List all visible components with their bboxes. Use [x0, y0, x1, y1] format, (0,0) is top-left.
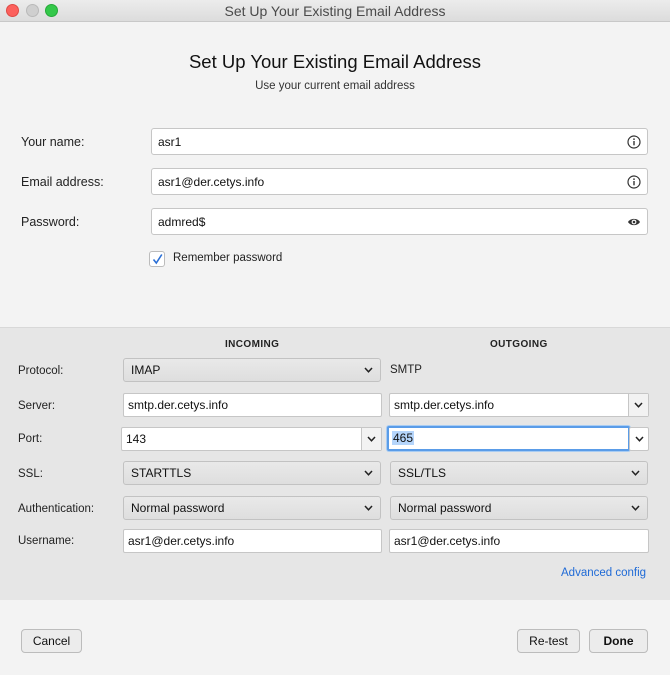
incoming-authentication-select[interactable]: Normal password: [123, 496, 381, 520]
outgoing-server-value: smtp.der.cetys.info: [394, 398, 495, 412]
chevron-down-icon: [631, 505, 640, 511]
retest-button[interactable]: Re-test: [517, 629, 580, 653]
incoming-authentication-value: Normal password: [131, 501, 225, 515]
chevron-down-icon: [367, 436, 376, 442]
outgoing-header: OUTGOING: [490, 339, 548, 350]
outgoing-port-dropdown-button[interactable]: [629, 427, 649, 451]
info-icon[interactable]: [627, 135, 641, 149]
outgoing-port-value: 465: [392, 431, 415, 445]
outgoing-server-dropdown-button[interactable]: [628, 394, 648, 416]
window-title: Set Up Your Existing Email Address: [224, 3, 446, 19]
incoming-protocol-value: IMAP: [131, 363, 161, 377]
chevron-down-icon: [364, 470, 373, 476]
chevron-down-icon: [364, 505, 373, 511]
remember-password-checkbox[interactable]: [149, 251, 165, 267]
name-value: asr1: [158, 135, 182, 149]
password-label: Password:: [21, 215, 80, 229]
incoming-port-dropdown-button[interactable]: [361, 428, 381, 450]
outgoing-ssl-select[interactable]: SSL/TLS: [390, 461, 648, 485]
outgoing-server-input[interactable]: smtp.der.cetys.info: [389, 393, 649, 417]
page-subtitle: Use your current email address: [255, 80, 415, 92]
incoming-ssl-value: STARTTLS: [131, 466, 192, 480]
email-label: Email address:: [21, 175, 104, 189]
incoming-username-value: asr1@der.cetys.info: [128, 534, 235, 548]
chevron-down-icon: [634, 402, 643, 408]
incoming-port-input[interactable]: 143: [121, 427, 382, 451]
outgoing-username-input[interactable]: asr1@der.cetys.info: [389, 529, 649, 553]
password-value: admred$: [158, 215, 206, 229]
outgoing-port-input[interactable]: 465: [387, 426, 630, 451]
name-label: Your name:: [21, 135, 85, 149]
password-field[interactable]: admred$: [151, 208, 648, 235]
outgoing-authentication-value: Normal password: [398, 501, 492, 515]
chevron-down-icon: [364, 367, 373, 373]
checkmark-icon: [152, 254, 163, 265]
info-icon[interactable]: [627, 175, 641, 189]
incoming-port-value: 143: [126, 432, 147, 446]
eye-icon[interactable]: [627, 215, 641, 229]
email-value: asr1@der.cetys.info: [158, 175, 265, 189]
name-field[interactable]: asr1: [151, 128, 648, 155]
incoming-ssl-select[interactable]: STARTTLS: [123, 461, 381, 485]
page-title: Set Up Your Existing Email Address: [188, 51, 482, 72]
server-label: Server:: [18, 400, 56, 412]
port-label: Port:: [18, 433, 43, 445]
outgoing-username-value: asr1@der.cetys.info: [394, 534, 501, 548]
incoming-header: INCOMING: [225, 339, 280, 350]
done-button[interactable]: Done: [589, 629, 648, 653]
email-field[interactable]: asr1@der.cetys.info: [151, 168, 648, 195]
chevron-down-icon: [635, 436, 644, 442]
cancel-button[interactable]: Cancel: [21, 629, 82, 653]
username-label: Username:: [18, 535, 75, 547]
incoming-username-input[interactable]: asr1@der.cetys.info: [123, 529, 382, 553]
incoming-server-input[interactable]: smtp.der.cetys.info: [123, 393, 382, 417]
incoming-server-value: smtp.der.cetys.info: [128, 398, 229, 412]
remember-password-label[interactable]: Remember password: [173, 252, 282, 264]
outgoing-protocol-value: SMTP: [390, 364, 422, 376]
outgoing-ssl-value: SSL/TLS: [398, 466, 447, 480]
advanced-config-link[interactable]: Advanced config: [561, 567, 646, 579]
chevron-down-icon: [631, 470, 640, 476]
protocol-label: Protocol:: [18, 365, 64, 377]
authentication-label: Authentication:: [18, 503, 95, 515]
incoming-protocol-select[interactable]: IMAP: [123, 358, 381, 382]
title-bar: Set Up Your Existing Email Address: [0, 0, 670, 22]
outgoing-authentication-select[interactable]: Normal password: [390, 496, 648, 520]
ssl-label: SSL:: [18, 468, 43, 480]
